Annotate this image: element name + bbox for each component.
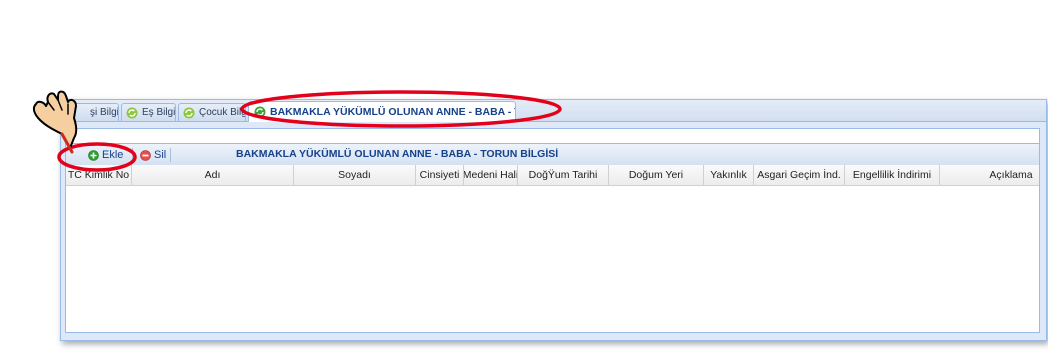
tab-label: Eş Bilgisi [142,107,176,118]
toolbar-separator [132,148,133,162]
tab-bakmakla-yukumlu[interactable]: BAKMAKLA YÜKÜMLÜ OLUNAN ANNE - BABA - TO… [248,101,516,122]
column-header-cinsiyeti[interactable]: Cinsiyeti [416,165,464,185]
tab-esi-bilgisi[interactable]: şi Bilgisi [61,103,119,121]
column-header-yakinlik[interactable]: Yakınlık [704,165,754,185]
form-window: şi Bilgisi Eş Bilgisi Çocuk Bilgisi [60,99,1047,341]
refresh-tab-icon [254,106,266,118]
column-header-dogum-yeri[interactable]: Doğum Yeri [609,165,704,185]
column-header-aciklama[interactable]: Açıklama [940,165,1048,185]
column-header-asgari-gecim-ind[interactable]: Asgari Geçim İnd. [754,165,845,185]
tab-label: BAKMAKLA YÜKÜMLÜ OLUNAN ANNE - BABA - TO… [270,106,515,118]
add-button-label: Ekle [102,149,124,161]
delete-button-label: Sil [154,149,167,161]
column-header-tc-kimlik-no[interactable]: TC Kimlik No [66,165,132,185]
column-header-adi[interactable]: Adı [132,165,294,185]
delete-button[interactable]: Sil [140,147,166,163]
grid-header-row: TC Kimlik No Adı Soyadı Cinsiyeti Medeni… [66,165,1039,186]
add-button[interactable]: Ekle [88,147,123,163]
tab-label: Çocuk Bilgisi [199,107,245,118]
column-header-dogum-tarihi[interactable]: DoğŸum Tarihi [518,165,609,185]
tab-content-panel: Ekle Sil BAKMAKLA YÜKÜMLÜ OLUNAN ANNE - … [65,128,1040,333]
tab-bar: şi Bilgisi Eş Bilgisi Çocuk Bilgisi [61,100,1046,122]
refresh-tab-icon [126,107,138,118]
grid-toolbar: Ekle Sil BAKMAKLA YÜKÜMLÜ OLUNAN ANNE - … [66,143,1039,166]
toolbar-separator [170,148,171,162]
column-header-engellilik-indirimi[interactable]: Engellilik İndirimi [845,165,940,185]
grid-body [66,186,1039,332]
panel-title: BAKMAKLA YÜKÜMLÜ OLUNAN ANNE - BABA - TO… [236,148,559,160]
column-header-medeni-hali[interactable]: Medeni Hali [464,165,518,185]
refresh-tab-icon [183,107,195,118]
column-header-soyadi[interactable]: Soyadı [294,165,416,185]
tab-cocuk-bilgisi[interactable]: Çocuk Bilgisi [178,103,246,121]
tab-label: şi Bilgisi [90,107,119,118]
tab-es-bilgisi[interactable]: Eş Bilgisi [121,103,176,121]
add-circle-icon [88,149,99,161]
delete-circle-icon [140,149,151,161]
